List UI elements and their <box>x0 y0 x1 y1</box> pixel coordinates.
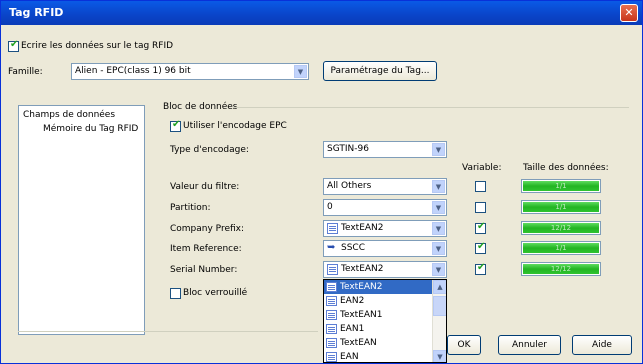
partition-select[interactable]: 0 ▼ <box>323 199 447 216</box>
dropdown-item-ean1[interactable]: EAN1 <box>324 322 433 336</box>
partition-label: Partition: <box>170 203 211 213</box>
write-data-checkbox[interactable]: ✔ <box>8 39 19 52</box>
serial-number-size-text: 12/12 <box>523 264 599 274</box>
check-icon: ✔ <box>477 262 486 273</box>
scroll-thumb[interactable] <box>433 296 446 316</box>
partition-size-bar: 1/1 <box>521 200 601 214</box>
use-epc-checkbox[interactable]: ✔ <box>170 119 181 132</box>
cancel-button[interactable]: Annuler <box>498 335 561 355</box>
serial-number-label: Serial Number: <box>170 265 238 275</box>
dropdown-scrollbar[interactable]: ▲ ▼ <box>432 280 446 362</box>
family-label: Famille: <box>8 67 43 77</box>
serial-number-select[interactable]: TextEAN2 ▼ <box>323 261 447 278</box>
partition-value: 0 <box>327 202 333 212</box>
dropdown-item-label: TextEAN2 <box>340 282 383 292</box>
item-reference-size-bar: 1/1 <box>521 241 601 255</box>
data-size-column-header: Taille des données: <box>523 163 609 173</box>
filter-value-select[interactable]: All Others ▼ <box>323 178 447 195</box>
lock-block-label: Bloc verrouillé <box>183 288 248 298</box>
tree-child-item[interactable]: Mémoire du Tag RFID <box>43 124 138 134</box>
window-title: Tag RFID <box>9 6 64 19</box>
variable-doc-icon <box>326 282 337 292</box>
variable-doc-icon <box>326 324 337 334</box>
item-reference-size-text: 1/1 <box>523 243 599 253</box>
filter-variable-checkbox[interactable] <box>475 181 486 192</box>
dropdown-item-label: EAN2 <box>340 296 365 306</box>
use-epc-label: Utiliser l'encodage EPC <box>183 121 287 131</box>
serial-number-size-bar: 12/12 <box>521 262 601 276</box>
chevron-down-icon[interactable]: ▼ <box>432 222 445 235</box>
chevron-down-icon[interactable]: ▼ <box>432 242 445 255</box>
encoding-type-select[interactable]: SGTIN-96 ▼ <box>323 141 447 158</box>
dropdown-item-label: TextEAN <box>340 338 377 348</box>
tree-root-item[interactable]: Champs de données <box>23 110 115 120</box>
filter-value-value: All Others <box>327 181 372 191</box>
variable-doc-icon <box>327 264 338 275</box>
group-title: Bloc de données <box>163 102 238 112</box>
chevron-down-icon[interactable]: ▼ <box>432 180 445 193</box>
variable-column-header: Variable: <box>462 163 502 173</box>
dropdown-item-textean[interactable]: TextEAN <box>324 336 433 350</box>
filter-value-label: Valeur du filtre: <box>170 182 240 192</box>
variable-doc-icon <box>326 296 337 306</box>
variable-doc-icon <box>326 310 337 320</box>
scroll-up-icon[interactable]: ▲ <box>433 280 446 294</box>
encoding-type-label: Type d'encodage: <box>170 145 249 155</box>
partition-size-text: 1/1 <box>523 202 599 212</box>
help-button[interactable]: Aide <box>572 335 632 355</box>
serial-number-dropdown-list[interactable]: TextEAN2 EAN2 TextEAN1 EAN1 TextEAN EAN … <box>323 279 447 363</box>
serial-number-value: TextEAN2 <box>341 264 384 274</box>
bottom-divider <box>18 331 318 332</box>
company-prefix-select[interactable]: TextEAN2 ▼ <box>323 220 447 237</box>
tag-rfid-dialog: Tag RFID ✕ ✔ Ecrire les données sur le t… <box>0 0 643 364</box>
dropdown-item-ean2[interactable]: EAN2 <box>324 294 433 308</box>
family-value: Alien - EPC(class 1) 96 bit <box>75 66 191 76</box>
sscc-arrow-icon: ➥ <box>327 242 336 253</box>
chevron-down-icon[interactable]: ▼ <box>294 65 307 78</box>
filter-size-text: 1/1 <box>523 181 599 191</box>
check-icon: ✔ <box>477 241 486 252</box>
family-select[interactable]: Alien - EPC(class 1) 96 bit ▼ <box>71 63 309 80</box>
variable-doc-icon <box>326 338 337 348</box>
lock-block-checkbox[interactable] <box>170 288 181 299</box>
company-prefix-variable-checkbox[interactable]: ✔ <box>475 221 486 234</box>
variable-doc-icon <box>327 223 338 234</box>
close-button[interactable]: ✕ <box>620 4 638 22</box>
dropdown-item-ean[interactable]: EAN <box>324 350 433 362</box>
chevron-down-icon[interactable]: ▼ <box>432 201 445 214</box>
dropdown-item-label: TextEAN1 <box>340 310 383 320</box>
group-divider <box>233 107 629 108</box>
item-reference-label: Item Reference: <box>170 244 242 254</box>
company-prefix-value: TextEAN2 <box>341 223 384 233</box>
ok-button[interactable]: OK <box>447 335 481 355</box>
encoding-type-value: SGTIN-96 <box>327 144 369 154</box>
item-reference-value: SSCC <box>341 243 365 253</box>
dropdown-item-textean1[interactable]: TextEAN1 <box>324 308 433 322</box>
write-data-label: Ecrire les données sur le tag RFID <box>21 41 174 51</box>
scroll-down-icon[interactable]: ▼ <box>433 350 446 362</box>
tag-settings-button[interactable]: Paramétrage du Tag... <box>323 61 437 81</box>
company-prefix-size-text: 12/12 <box>523 223 599 233</box>
title-bar[interactable]: Tag RFID ✕ <box>1 1 642 25</box>
dropdown-item-label: EAN <box>340 352 359 362</box>
dropdown-item-textean2[interactable]: TextEAN2 <box>324 280 433 294</box>
data-fields-tree[interactable]: Champs de données Mémoire du Tag RFID <box>18 105 145 335</box>
check-icon: ✔ <box>10 39 19 50</box>
chevron-down-icon[interactable]: ▼ <box>432 263 445 276</box>
variable-doc-icon <box>326 352 337 362</box>
dropdown-item-label: EAN1 <box>340 324 365 334</box>
chevron-down-icon[interactable]: ▼ <box>432 143 445 156</box>
item-reference-select[interactable]: ➥ SSCC ▼ <box>323 240 447 257</box>
company-prefix-label: Company Prefix: <box>170 224 245 234</box>
check-icon: ✔ <box>172 119 181 130</box>
partition-variable-checkbox[interactable] <box>475 202 486 213</box>
item-reference-variable-checkbox[interactable]: ✔ <box>475 241 486 254</box>
filter-size-bar: 1/1 <box>521 179 601 193</box>
check-icon: ✔ <box>477 221 486 232</box>
serial-number-variable-checkbox[interactable]: ✔ <box>475 262 486 275</box>
company-prefix-size-bar: 12/12 <box>521 221 601 235</box>
